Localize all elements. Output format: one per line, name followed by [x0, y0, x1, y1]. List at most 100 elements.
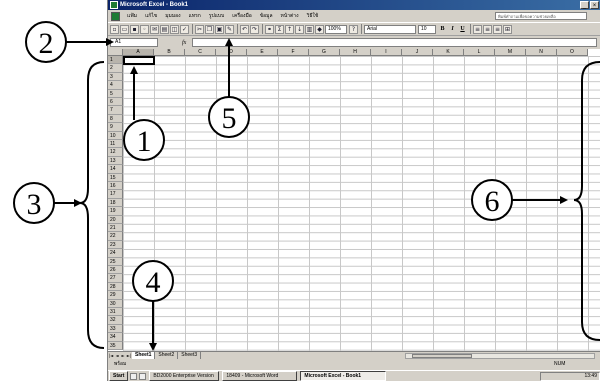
row-header-32[interactable]: 32: [108, 316, 123, 325]
row-header-20[interactable]: 20: [108, 215, 123, 224]
row-header-14[interactable]: 14: [108, 165, 123, 174]
row-header-35[interactable]: 35: [108, 341, 123, 350]
taskbar-item-active[interactable]: Microsoft Excel - Book1: [300, 371, 387, 381]
row-header-17[interactable]: 17: [108, 190, 123, 199]
format-painter-icon[interactable]: ✎: [225, 24, 234, 34]
quick-launch-icon[interactable]: [130, 372, 138, 380]
row-header-33[interactable]: 33: [108, 324, 123, 334]
row-header-11[interactable]: 11: [108, 140, 123, 149]
row-header-23[interactable]: 23: [108, 240, 123, 250]
row-header-29[interactable]: 29: [108, 291, 123, 300]
column-header-o[interactable]: O: [557, 49, 588, 56]
menu-help[interactable]: วิธีใช้: [303, 12, 323, 20]
new-icon[interactable]: ▫: [110, 24, 119, 34]
scroll-thumb[interactable]: [412, 354, 472, 358]
undo-icon[interactable]: ↶: [240, 24, 249, 34]
menu-edit[interactable]: แก้ไข: [141, 12, 161, 20]
row-header-31[interactable]: 31: [108, 308, 123, 317]
open-icon[interactable]: ▭: [120, 24, 129, 34]
row-header-27[interactable]: 27: [108, 274, 123, 283]
row-header-13[interactable]: 13: [108, 156, 123, 166]
font-size-select[interactable]: 10: [418, 24, 436, 34]
menu-file[interactable]: แฟ้ม: [123, 12, 141, 20]
column-header-f[interactable]: F: [278, 49, 309, 56]
minimize-button[interactable]: _: [580, 1, 589, 9]
column-header-l[interactable]: L: [464, 49, 495, 56]
sort-ascending-icon[interactable]: ↑: [285, 24, 294, 34]
row-header-18[interactable]: 18: [108, 198, 123, 208]
cut-icon[interactable]: ✂: [195, 24, 204, 34]
sheet-tab-1[interactable]: Sheet1: [132, 352, 156, 359]
column-header-g[interactable]: G: [309, 49, 340, 56]
name-box[interactable]: A1: [110, 38, 158, 47]
font-name-select[interactable]: Arial: [364, 24, 416, 34]
permission-icon[interactable]: ◦: [140, 24, 149, 34]
column-header-n[interactable]: N: [526, 49, 557, 56]
italic-button[interactable]: I: [448, 25, 457, 34]
column-header-a[interactable]: A: [123, 49, 154, 56]
column-header-e[interactable]: E: [247, 49, 278, 56]
start-button[interactable]: Start: [109, 371, 129, 381]
print-preview-icon[interactable]: ◫: [170, 24, 179, 34]
row-header-6[interactable]: 6: [108, 98, 123, 107]
cell-area[interactable]: [123, 56, 600, 351]
menu-view[interactable]: มุมมอง: [161, 12, 184, 20]
row-header-24[interactable]: 24: [108, 249, 123, 258]
menu-tools[interactable]: เครื่องมือ: [228, 12, 255, 20]
row-header-26[interactable]: 26: [108, 266, 123, 275]
redo-icon[interactable]: ↷: [250, 24, 259, 34]
row-header-7[interactable]: 7: [108, 106, 123, 115]
active-cell[interactable]: [123, 56, 155, 65]
column-header-i[interactable]: I: [371, 49, 402, 56]
copy-icon[interactable]: ❐: [205, 24, 214, 34]
row-header-8[interactable]: 8: [108, 114, 123, 124]
hyperlink-icon[interactable]: ⚭: [265, 24, 274, 34]
column-header-d[interactable]: D: [216, 49, 247, 56]
row-header-10[interactable]: 10: [108, 131, 123, 140]
help-icon[interactable]: ?: [349, 24, 358, 34]
menu-format[interactable]: รูปแบบ: [205, 12, 228, 20]
menu-insert[interactable]: แทรก: [185, 12, 205, 20]
title-bar[interactable]: Microsoft Excel - Book1 _ ×: [108, 0, 600, 10]
row-header-19[interactable]: 19: [108, 207, 123, 216]
align-right-icon[interactable]: ≡: [493, 24, 502, 34]
row-header-12[interactable]: 12: [108, 148, 123, 157]
row-header-4[interactable]: 4: [108, 81, 123, 90]
row-header-9[interactable]: 9: [108, 123, 123, 132]
row-header-34[interactable]: 34: [108, 333, 123, 342]
row-header-16[interactable]: 16: [108, 182, 123, 191]
spelling-icon[interactable]: ✓: [180, 24, 189, 34]
select-all-corner[interactable]: [108, 49, 123, 56]
autosum-icon[interactable]: Σ: [275, 24, 284, 34]
quick-launch-icon[interactable]: [139, 372, 147, 380]
bold-button[interactable]: B: [438, 25, 447, 34]
row-header-30[interactable]: 30: [108, 299, 123, 308]
column-header-c[interactable]: C: [185, 49, 216, 56]
row-header-21[interactable]: 21: [108, 224, 123, 233]
email-icon[interactable]: ✉: [150, 24, 159, 34]
sort-descending-icon[interactable]: ↓: [295, 24, 304, 34]
paste-icon[interactable]: ▣: [215, 24, 224, 34]
row-header-2[interactable]: 2: [108, 64, 123, 73]
row-header-3[interactable]: 3: [108, 72, 123, 82]
column-header-h[interactable]: H: [340, 49, 371, 56]
formula-input[interactable]: [192, 38, 597, 47]
menu-data[interactable]: ข้อมูล: [256, 12, 277, 20]
taskbar-item[interactable]: BD2000 Enterprise Version: [149, 371, 220, 381]
close-button[interactable]: ×: [590, 1, 599, 9]
merge-center-icon[interactable]: ⊞: [503, 24, 512, 34]
column-header-j[interactable]: J: [402, 49, 433, 56]
taskbar-item[interactable]: 18409 - Microsoft Word: [222, 371, 298, 381]
drawing-icon[interactable]: ◆: [315, 24, 324, 34]
chart-wizard-icon[interactable]: ▥: [305, 24, 314, 34]
document-icon[interactable]: [111, 11, 120, 21]
column-header-m[interactable]: M: [495, 49, 526, 56]
fx-label[interactable]: fx: [182, 40, 192, 46]
print-icon[interactable]: ▤: [160, 24, 169, 34]
column-header-b[interactable]: B: [154, 49, 185, 56]
column-header-k[interactable]: K: [433, 49, 464, 56]
align-left-icon[interactable]: ≡: [473, 24, 482, 34]
align-center-icon[interactable]: ≡: [483, 24, 492, 34]
row-header-15[interactable]: 15: [108, 173, 123, 182]
row-header-5[interactable]: 5: [108, 89, 123, 98]
